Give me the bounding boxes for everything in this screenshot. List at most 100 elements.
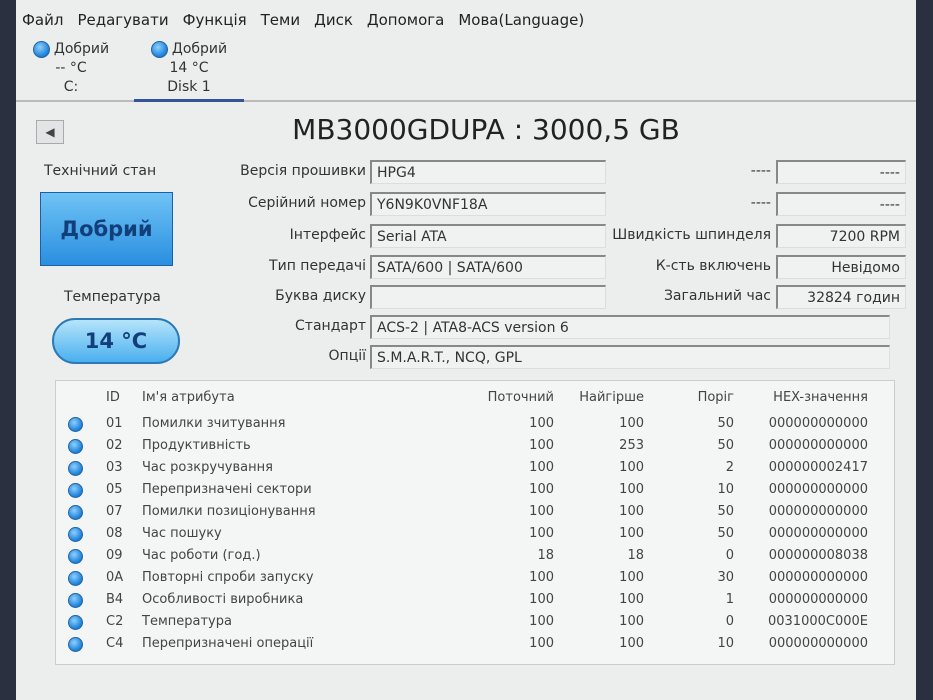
- attr-id: C2: [106, 614, 124, 629]
- disk-temp: 14 °C: [169, 60, 209, 76]
- attr-worst: 100: [619, 460, 644, 475]
- status-good-icon: [68, 417, 83, 432]
- attr-hex: 0031000C000E: [767, 614, 868, 629]
- attr-hex: 000000002417: [768, 460, 868, 475]
- attr-worst: 100: [619, 504, 644, 519]
- disk-tab-c[interactable]: Добрий -- °C C:: [16, 40, 126, 102]
- table-row[interactable]: 08 Час пошуку 100 100 50 000000000000: [56, 523, 894, 545]
- menu-themes[interactable]: Теми: [261, 11, 300, 29]
- right-field-label: ----: [750, 163, 771, 179]
- attr-name: Помилки позиціонування: [142, 504, 316, 519]
- temperature-value: 14 °C: [52, 318, 180, 364]
- attr-current: 100: [529, 526, 554, 541]
- table-row[interactable]: 07 Помилки позиціонування 100 100 50 000…: [56, 501, 894, 523]
- crystaldiskinfo-window: Файл Редагувати Функція Теми Диск Допомо…: [16, 0, 916, 700]
- attr-hex: 000000000000: [768, 592, 868, 607]
- header-id[interactable]: ID: [106, 390, 136, 405]
- attr-current: 100: [529, 570, 554, 585]
- attr-name: Помилки зчитування: [142, 416, 286, 431]
- menu-file[interactable]: Файл: [22, 11, 63, 29]
- status-good-icon: [68, 527, 83, 542]
- field-label: Опції: [328, 348, 366, 364]
- attr-id: 08: [106, 526, 123, 541]
- table-row[interactable]: 03 Час розкручування 100 100 2 000000002…: [56, 457, 894, 479]
- attr-worst: 100: [619, 592, 644, 607]
- status-good-icon: [32, 41, 50, 58]
- status-good-icon: [68, 637, 83, 652]
- header-hex[interactable]: HEX-значення: [773, 390, 868, 405]
- attr-name: Час роботи (год.): [142, 548, 261, 563]
- disk-status: Добрий: [53, 41, 110, 57]
- table-row[interactable]: 0A Повторні спроби запуску 100 100 30 00…: [56, 567, 894, 589]
- menu-function[interactable]: Функція: [183, 11, 247, 29]
- attr-id: B4: [106, 592, 124, 607]
- right-field-value: Невідомо: [776, 255, 906, 279]
- health-label: Технічний стан: [44, 163, 157, 179]
- health-status-button[interactable]: Добрий: [40, 192, 173, 266]
- status-good-icon: [68, 461, 83, 476]
- attr-worst: 253: [619, 438, 644, 453]
- table-header: ID Ім'я атрибута Поточний Найгірше Поріг…: [56, 387, 894, 409]
- disk-name: Disk 1: [167, 79, 211, 95]
- temperature-label: Температура: [64, 289, 161, 305]
- attr-name: Час пошуку: [142, 526, 222, 541]
- header-name[interactable]: Ім'я атрибута: [142, 390, 235, 405]
- right-field-value: 7200 RPM: [776, 224, 906, 248]
- attr-name: Особливості виробника: [142, 592, 304, 607]
- attr-threshold: 50: [717, 526, 734, 541]
- right-field-label: К-сть включень: [655, 258, 771, 274]
- table-row[interactable]: C4 Перепризначені операції 100 100 10 00…: [56, 633, 894, 655]
- status-good-icon: [68, 615, 83, 630]
- table-row[interactable]: 02 Продуктивність 100 253 50 00000000000…: [56, 435, 894, 457]
- attr-threshold: 2: [725, 460, 734, 475]
- field-value: [370, 285, 606, 309]
- attr-name: Час розкручування: [142, 460, 273, 475]
- table-row[interactable]: C2 Температура 100 100 0 0031000C000E: [56, 611, 894, 633]
- table-row[interactable]: 01 Помилки зчитування 100 100 50 0000000…: [56, 413, 894, 435]
- menu-help[interactable]: Допомога: [367, 11, 444, 29]
- header-threshold[interactable]: Поріг: [698, 390, 734, 405]
- attr-id: 03: [106, 460, 123, 475]
- header-worst[interactable]: Найгірше: [579, 390, 644, 405]
- menu-disk[interactable]: Диск: [314, 11, 353, 29]
- attr-current: 100: [529, 438, 554, 453]
- attr-id: 0A: [106, 570, 124, 585]
- attr-worst: 18: [627, 548, 644, 563]
- right-field-value: ----: [776, 160, 906, 184]
- attr-worst: 100: [619, 526, 644, 541]
- table-row[interactable]: B4 Особливості виробника 100 100 1 00000…: [56, 589, 894, 611]
- attr-hex: 000000000000: [768, 636, 868, 651]
- menu-language[interactable]: Мова(Language): [458, 11, 584, 29]
- attr-id: 09: [106, 548, 123, 563]
- status-good-icon: [68, 549, 83, 564]
- attr-hex: 000000000000: [768, 416, 868, 431]
- table-row[interactable]: 05 Перепризначені сектори 100 100 10 000…: [56, 479, 894, 501]
- disk-tab-disk1[interactable]: Добрий 14 °C Disk 1: [134, 40, 244, 102]
- attr-id: 07: [106, 504, 123, 519]
- attr-threshold: 0: [725, 548, 734, 563]
- attr-threshold: 1: [725, 592, 734, 607]
- attr-id: 02: [106, 438, 123, 453]
- disk-name: C:: [63, 79, 79, 95]
- attr-threshold: 50: [717, 438, 734, 453]
- field-value: SATA/600 | SATA/600: [370, 255, 606, 279]
- attr-name: Перепризначені сектори: [142, 482, 312, 497]
- right-field-value: 32824 годин: [776, 285, 906, 309]
- status-good-icon: [68, 571, 83, 586]
- menu-edit[interactable]: Редагувати: [77, 11, 168, 29]
- disk-tabs: Добрий -- °C C: Добрий 14 °C Disk 1: [16, 40, 916, 102]
- table-row[interactable]: 09 Час роботи (год.) 18 18 0 00000000803…: [56, 545, 894, 567]
- status-good-icon: [68, 483, 83, 498]
- previous-disk-button[interactable]: ◀: [36, 120, 64, 144]
- attr-worst: 100: [619, 636, 644, 651]
- header-current[interactable]: Поточний: [488, 390, 554, 405]
- field-value: Y6N9K0VNF18A: [370, 192, 606, 216]
- attr-hex: 000000000000: [768, 438, 868, 453]
- attr-hex: 000000008038: [768, 548, 868, 563]
- disk-title: MB3000GDUPA : 3000,5 GB: [292, 113, 680, 146]
- attr-current: 100: [529, 592, 554, 607]
- right-field-value: ----: [776, 192, 906, 216]
- attr-current: 18: [537, 548, 554, 563]
- attr-threshold: 50: [717, 504, 734, 519]
- attr-name: Продуктивність: [142, 438, 251, 453]
